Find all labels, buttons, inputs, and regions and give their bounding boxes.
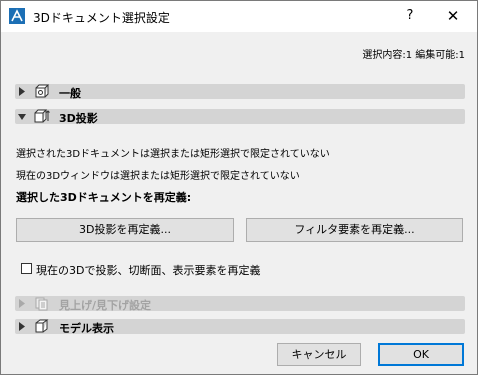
3d-projection-icon <box>34 109 50 123</box>
section-model-display-label: モデル表示 <box>59 322 114 335</box>
collapse-triangle-icon <box>18 114 26 120</box>
dialog-window: 3Dドキュメント選択設定 ? ✕ 選択内容:1 編集可能:1 一般 3D投影 選… <box>0 0 478 375</box>
section-elevation-label: 見上げ/見下げ設定 <box>59 299 152 312</box>
redefine-heading: 選択した3Dドキュメントを再定義: <box>16 191 192 204</box>
expand-triangle-icon <box>19 322 25 331</box>
section-3d-projection-label: 3D投影 <box>59 112 98 125</box>
redefine-filter-elements-button[interactable]: フィルタ要素を再定義... <box>246 218 463 242</box>
redefine-from-current-3d-checkbox[interactable] <box>21 263 32 274</box>
section-3d-projection[interactable]: 3D投影 <box>15 109 465 125</box>
elevation-view-icon <box>35 297 48 311</box>
window-title: 3Dドキュメント選択設定 <box>33 11 170 25</box>
help-button[interactable]: ? <box>396 4 424 28</box>
section-elevation-settings: 見上げ/見下げ設定 <box>15 296 465 312</box>
section-general[interactable]: 一般 <box>15 84 465 100</box>
redefine-3d-projection-button[interactable]: 3D投影を再定義... <box>16 218 234 242</box>
archicad-app-icon <box>9 8 25 24</box>
selection-info: 選択内容:1 編集可能:1 <box>362 50 465 61</box>
document-limit-info: 選択された3Dドキュメントは選択または矩形選択で限定されていない <box>16 149 330 160</box>
general-settings-icon <box>35 84 50 98</box>
window-limit-info: 現在の3Dウィンドウは選択または矩形選択で限定されていない <box>16 171 300 182</box>
section-model-display[interactable]: モデル表示 <box>15 319 465 335</box>
title-bar[interactable]: 3Dドキュメント選択設定 ? ✕ <box>1 1 477 32</box>
close-button[interactable]: ✕ <box>437 4 469 28</box>
expand-triangle-icon <box>19 299 25 308</box>
redefine-checkbox-label[interactable]: 現在の3Dで投影、切断面、表示要素を再定義 <box>36 262 260 278</box>
expand-triangle-icon <box>19 87 25 96</box>
model-cube-icon <box>35 319 49 333</box>
ok-button[interactable]: OK <box>378 343 464 366</box>
cancel-button[interactable]: キャンセル <box>277 343 361 366</box>
section-general-label: 一般 <box>59 87 81 100</box>
